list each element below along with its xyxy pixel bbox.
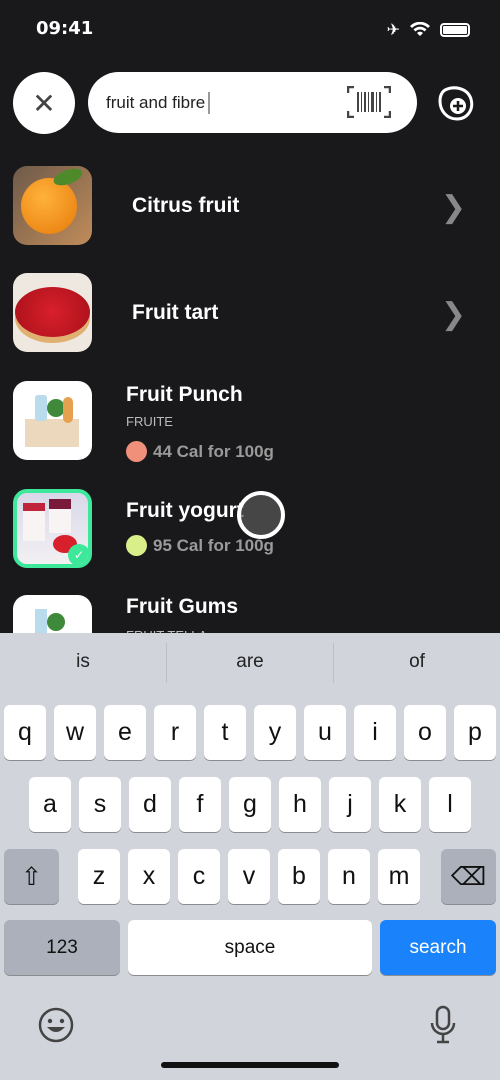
airplane-icon: ✈ [386, 20, 400, 39]
list-item[interactable]: Citrus fruit ❯ [13, 166, 488, 246]
shift-icon: ⇧ [21, 862, 42, 891]
numbers-key[interactable]: 123 [4, 920, 120, 975]
grocery-icon [13, 381, 92, 460]
key-y[interactable]: y [254, 705, 296, 760]
delete-key[interactable]: ⌫ [441, 849, 496, 904]
list-item[interactable]: Fruit tart ❯ [13, 273, 488, 353]
barcode-scan-icon[interactable] [347, 86, 391, 118]
space-key[interactable]: space [128, 920, 372, 975]
sad-face-icon [126, 441, 147, 462]
key-u[interactable]: u [304, 705, 346, 760]
key-w[interactable]: w [54, 705, 96, 760]
list-item[interactable]: Fruit Punch FRUITE 44 Cal for 100g [13, 381, 488, 462]
status-time: 09:41 [36, 18, 94, 39]
key-j[interactable]: j [329, 777, 371, 832]
keyboard: is are of ⇧ ⌫ 123 space search qwertyuio… [0, 633, 500, 1080]
key-o[interactable]: o [404, 705, 446, 760]
search-input[interactable]: fruit and fibre [88, 72, 417, 133]
microphone-icon[interactable] [430, 1005, 456, 1045]
key-f[interactable]: f [179, 777, 221, 832]
key-m[interactable]: m [378, 849, 420, 904]
backspace-icon: ⌫ [450, 862, 487, 891]
item-title: Fruit yogurt [126, 499, 244, 522]
key-c[interactable]: c [178, 849, 220, 904]
key-n[interactable]: n [328, 849, 370, 904]
key-l[interactable]: l [429, 777, 471, 832]
close-button[interactable]: ✕ [13, 72, 75, 134]
key-p[interactable]: p [454, 705, 496, 760]
key-g[interactable]: g [229, 777, 271, 832]
home-indicator [161, 1062, 339, 1068]
wifi-icon [410, 22, 430, 36]
touch-indicator [237, 491, 285, 539]
key-k[interactable]: k [379, 777, 421, 832]
emoji-icon[interactable] [38, 1007, 74, 1043]
chevron-right-icon: ❯ [440, 297, 466, 332]
key-x[interactable]: x [128, 849, 170, 904]
yogurt-image: ✓ [13, 489, 92, 568]
key-h[interactable]: h [279, 777, 321, 832]
key-d[interactable]: d [129, 777, 171, 832]
close-icon: ✕ [32, 86, 56, 120]
key-b[interactable]: b [278, 849, 320, 904]
status-icons: ✈ [387, 20, 470, 39]
key-r[interactable]: r [154, 705, 196, 760]
suggestion[interactable]: is [0, 651, 166, 673]
key-q[interactable]: q [4, 705, 46, 760]
suggestion[interactable]: are [167, 651, 333, 673]
shift-key[interactable]: ⇧ [4, 849, 59, 904]
search-key[interactable]: search [380, 920, 496, 975]
key-t[interactable]: t [204, 705, 246, 760]
battery-icon [440, 22, 470, 37]
text-caret [208, 91, 211, 114]
search-text: fruit and fibre [106, 92, 206, 112]
key-e[interactable]: e [104, 705, 146, 760]
item-brand: FRUITE [126, 414, 173, 429]
chevron-right-icon: ❯ [440, 190, 466, 225]
happy-face-icon [126, 535, 147, 556]
key-a[interactable]: a [29, 777, 71, 832]
item-title: Fruit tart [132, 301, 219, 324]
suggestion[interactable]: of [334, 651, 500, 673]
add-food-icon[interactable] [437, 85, 475, 123]
key-v[interactable]: v [228, 849, 270, 904]
key-z[interactable]: z [78, 849, 120, 904]
citrus-image [13, 166, 92, 245]
check-icon: ✓ [68, 544, 88, 564]
key-i[interactable]: i [354, 705, 396, 760]
key-s[interactable]: s [79, 777, 121, 832]
item-title: Fruit Gums [126, 595, 239, 618]
item-title: Citrus fruit [132, 194, 240, 217]
item-calories: 44 Cal for 100g [153, 441, 274, 461]
tart-image [13, 273, 92, 352]
item-title: Fruit Punch [126, 383, 243, 406]
